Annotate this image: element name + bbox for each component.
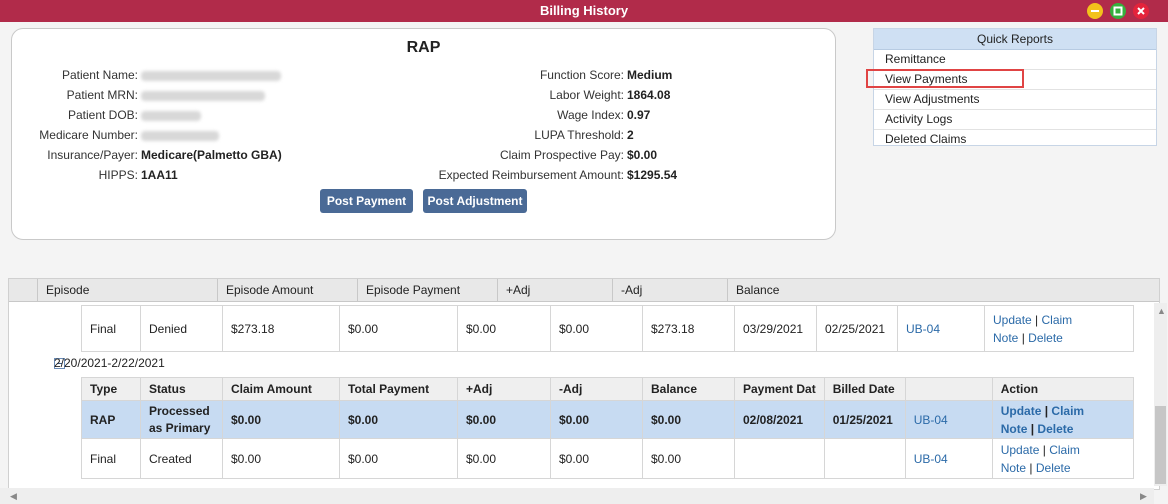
- delete-link[interactable]: Delete: [1028, 331, 1063, 345]
- redacted-value: [141, 90, 265, 101]
- hipps-field: HIPPS: 1AA11: [98, 168, 178, 182]
- ub04-link[interactable]: UB-04: [897, 305, 985, 352]
- column-episode-payment[interactable]: Episode Payment: [357, 279, 498, 301]
- column-balance[interactable]: Balance: [727, 279, 1156, 301]
- delete-link[interactable]: Delete: [1036, 461, 1071, 475]
- maximize-button[interactable]: [1110, 3, 1126, 19]
- claim-prospective-pay-field: Claim Prospective Pay: $0.00: [499, 148, 658, 162]
- column-episode[interactable]: Episode: [37, 279, 216, 301]
- labor-weight-field: Labor Weight: 1864.08: [549, 88, 671, 102]
- function-score-field: Function Score: Medium: [539, 68, 673, 82]
- table-row[interactable]: Final Denied $273.18 $0.00 $0.00 $0.00 $…: [81, 305, 1134, 352]
- quick-report-activity-logs[interactable]: Activity Logs: [874, 110, 1156, 130]
- quick-report-remittance[interactable]: Remittance: [874, 50, 1156, 70]
- scroll-up-arrow-icon[interactable]: ▲: [1157, 306, 1166, 316]
- prior-episode-table: Final Denied $273.18 $0.00 $0.00 $0.00 $…: [81, 305, 1134, 352]
- ub04-link[interactable]: UB-04: [904, 400, 993, 439]
- maximize-icon: [1113, 6, 1123, 16]
- medicare-number-field: Medicare Number:: [12, 125, 219, 145]
- note-link[interactable]: Note: [1001, 422, 1028, 436]
- expected-reimbursement-field: Expected Reimbursement Amount: $1295.54: [438, 168, 678, 182]
- window-title: Billing History: [539, 3, 629, 18]
- claims-subheader: Type Status Claim Amount Total Payment +…: [81, 377, 1135, 401]
- horizontal-scrollbar[interactable]: [0, 488, 1154, 504]
- view-payments-highlight: [866, 69, 1024, 88]
- claim-link[interactable]: Claim: [1051, 404, 1084, 418]
- note-link[interactable]: Note: [1001, 461, 1026, 475]
- patient-name-field: Patient Name:: [12, 65, 281, 85]
- post-payment-button[interactable]: Post Payment: [320, 189, 413, 213]
- episode-range: 2/20/2021-2/22/2021: [54, 356, 165, 370]
- redacted-value: [141, 130, 219, 141]
- wage-index-field: Wage Index: 0.97: [557, 108, 651, 122]
- redacted-value: [141, 70, 281, 81]
- claim-summary-card: RAP Patient Name: Patient MRN: Patient D…: [11, 28, 836, 240]
- table-row[interactable]: Final Created $0.00 $0.00 $0.00 $0.00 $0…: [81, 438, 1135, 479]
- update-link[interactable]: Update: [993, 313, 1032, 327]
- note-link[interactable]: Note: [993, 331, 1018, 345]
- quick-report-deleted-claims[interactable]: Deleted Claims: [874, 130, 1156, 149]
- update-link[interactable]: Update: [1001, 443, 1040, 457]
- scroll-left-arrow-icon[interactable]: ◀: [10, 491, 17, 502]
- delete-link[interactable]: Delete: [1037, 422, 1073, 436]
- column-episode-amount[interactable]: Episode Amount: [217, 279, 358, 301]
- quick-reports-title: Quick Reports: [874, 29, 1156, 50]
- table-row-selected[interactable]: RAP Processed as Primary $0.00 $0.00 $0.…: [81, 400, 1135, 439]
- quick-report-view-adjustments[interactable]: View Adjustments: [874, 90, 1156, 110]
- column-minus-adj[interactable]: -Adj: [612, 279, 731, 301]
- close-button[interactable]: [1133, 3, 1149, 19]
- redacted-value: [141, 110, 201, 121]
- patient-dob-field: Patient DOB:: [12, 105, 201, 125]
- update-link[interactable]: Update: [1001, 404, 1042, 418]
- episode-claims-table: Type Status Claim Amount Total Payment +…: [81, 377, 1135, 479]
- vertical-scroll-thumb[interactable]: [1155, 406, 1166, 484]
- claim-link[interactable]: Claim: [1042, 313, 1073, 327]
- ub04-link[interactable]: UB-04: [904, 438, 993, 479]
- grid-header: Episode Episode Amount Episode Payment +…: [9, 279, 1159, 302]
- minimize-icon: [1091, 10, 1099, 12]
- column-plus-adj[interactable]: +Adj: [497, 279, 614, 301]
- insurance-payer-field: Insurance/Payer: Medicare(Palmetto GBA): [47, 148, 282, 162]
- post-adjustment-button[interactable]: Post Adjustment: [423, 189, 527, 213]
- patient-mrn-field: Patient MRN:: [12, 85, 265, 105]
- close-icon: [1137, 7, 1145, 15]
- lupa-threshold-field: LUPA Threshold: 2: [534, 128, 634, 142]
- claim-type-title: RAP: [406, 39, 441, 56]
- claim-link[interactable]: Claim: [1049, 443, 1080, 457]
- window-title-bar: Billing History: [0, 0, 1168, 22]
- scroll-right-arrow-icon[interactable]: ▶: [1140, 491, 1147, 502]
- minimize-button[interactable]: [1087, 3, 1103, 19]
